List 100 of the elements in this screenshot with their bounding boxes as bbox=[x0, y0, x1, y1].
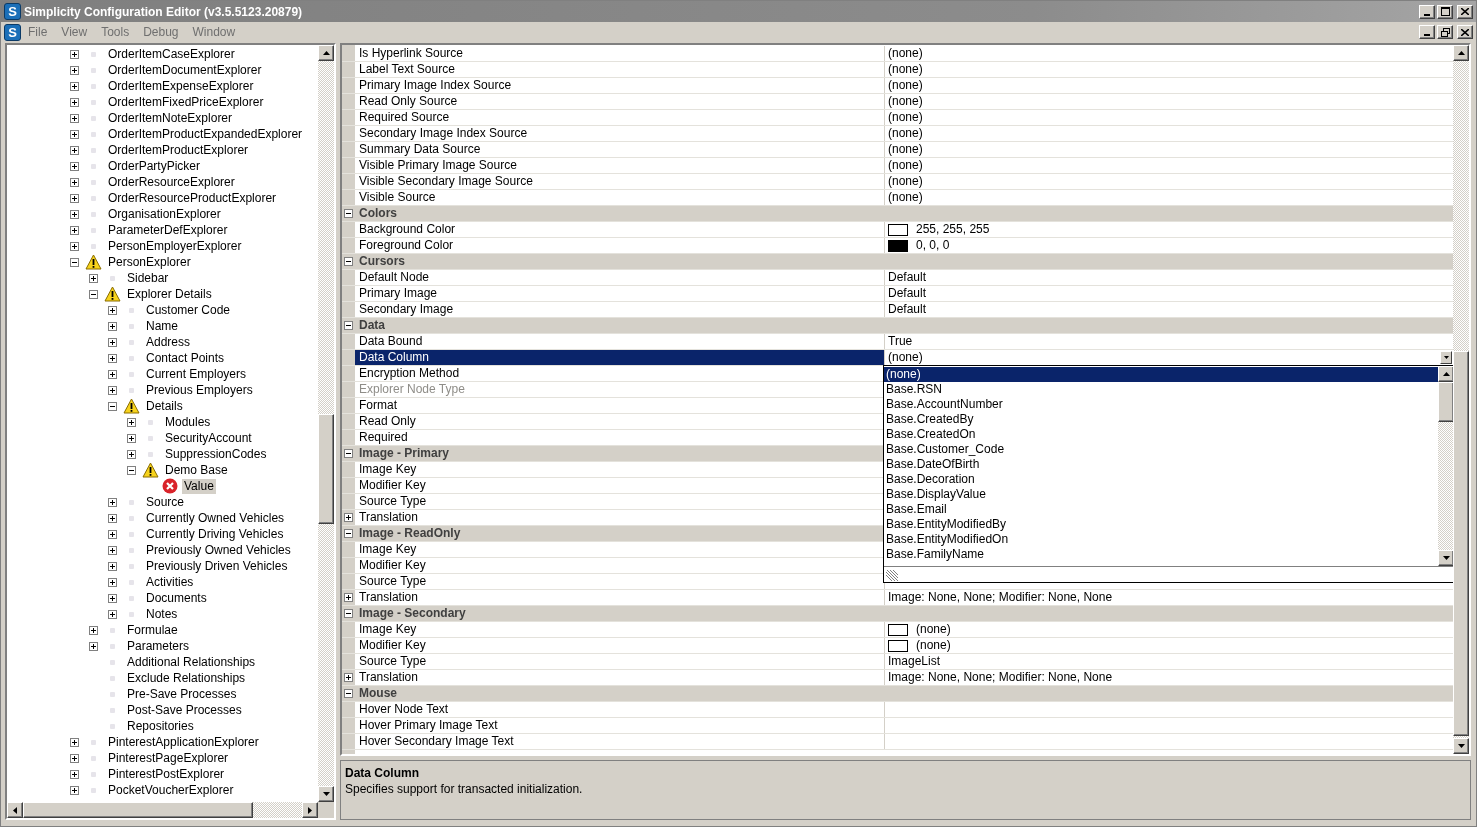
expand-icon[interactable] bbox=[70, 193, 79, 203]
tree-item[interactable]: OrderItemFixedPriceExplorer bbox=[106, 94, 266, 110]
scroll-thumb[interactable] bbox=[23, 802, 253, 818]
property-name[interactable]: Modifier Key bbox=[355, 558, 885, 573]
property-value[interactable]: (none) bbox=[888, 94, 923, 109]
property-name[interactable]: Required bbox=[355, 430, 885, 445]
expand-icon[interactable] bbox=[344, 673, 353, 682]
tree-item[interactable]: Modules bbox=[163, 414, 213, 430]
property-value[interactable]: ImageList bbox=[888, 654, 941, 669]
property-name[interactable]: Encryption Method bbox=[355, 366, 885, 381]
expand-icon[interactable] bbox=[89, 273, 98, 283]
dropdown-option[interactable]: Base.Decoration bbox=[884, 472, 1438, 487]
tree-item[interactable]: Currently Owned Vehicles bbox=[144, 510, 287, 526]
tree-item[interactable]: Sidebar bbox=[125, 270, 171, 286]
expand-icon[interactable] bbox=[70, 241, 79, 251]
collapse-icon[interactable] bbox=[108, 401, 117, 411]
tree-item[interactable]: PocketVoucherExplorer bbox=[106, 782, 236, 798]
category-name[interactable]: Image - Secondary bbox=[359, 606, 466, 620]
expand-icon[interactable] bbox=[127, 417, 136, 427]
property-value[interactable]: (none) bbox=[888, 350, 923, 365]
tree-item[interactable]: Previously Owned Vehicles bbox=[144, 542, 293, 558]
property-name[interactable]: Required Source bbox=[355, 110, 885, 125]
tree-item[interactable]: Previous Employers bbox=[144, 382, 255, 398]
property-name[interactable]: Format bbox=[355, 398, 885, 413]
tree-item[interactable]: Explorer Details bbox=[125, 286, 214, 302]
dropdown-option[interactable]: Base.Customer_Code bbox=[884, 442, 1438, 457]
tree-item[interactable]: OrderItemNoteExplorer bbox=[106, 110, 235, 126]
dropdown-option[interactable]: Base.CreatedBy bbox=[884, 412, 1438, 427]
expand-icon[interactable] bbox=[127, 433, 136, 443]
expand-icon[interactable] bbox=[89, 641, 98, 651]
tree-item[interactable]: Activities bbox=[144, 574, 196, 590]
expand-icon[interactable] bbox=[70, 97, 79, 107]
dropdown-option[interactable]: Base.FamilyName bbox=[884, 547, 1438, 562]
property-name[interactable]: Is Hyperlink Source bbox=[355, 46, 885, 61]
property-value[interactable]: (none) bbox=[888, 158, 923, 173]
property-value[interactable]: (none) bbox=[888, 190, 923, 205]
expand-icon[interactable] bbox=[108, 305, 117, 315]
expand-icon[interactable] bbox=[344, 593, 353, 602]
minimize-button[interactable] bbox=[1419, 25, 1435, 39]
property-value[interactable]: Default bbox=[888, 302, 927, 317]
property-value[interactable]: (none) bbox=[888, 46, 923, 61]
collapse-icon[interactable] bbox=[127, 465, 136, 475]
collapse-icon[interactable] bbox=[344, 209, 353, 218]
tree-item[interactable]: OrderItemCaseExplorer bbox=[106, 46, 237, 62]
expand-icon[interactable] bbox=[70, 49, 79, 59]
collapse-icon[interactable] bbox=[344, 609, 353, 618]
tree-item[interactable]: Repositories bbox=[125, 718, 196, 734]
expand-icon[interactable] bbox=[89, 625, 98, 635]
scroll-down-button[interactable] bbox=[1438, 550, 1453, 566]
dropdown-option[interactable]: Base.AccountNumber bbox=[884, 397, 1438, 412]
collapse-icon[interactable] bbox=[70, 257, 79, 267]
property-name[interactable]: Source Type bbox=[355, 494, 885, 509]
dropdown-option[interactable]: Base.DateOfBirth bbox=[884, 457, 1438, 472]
expand-icon[interactable] bbox=[108, 321, 117, 331]
dropdown-option[interactable]: Base.CreatedOn bbox=[884, 427, 1438, 442]
expand-icon[interactable] bbox=[108, 561, 117, 571]
restore-button[interactable] bbox=[1437, 25, 1453, 39]
expand-icon[interactable] bbox=[108, 577, 117, 587]
dropdown-option[interactable]: (none) bbox=[884, 367, 1438, 382]
property-name[interactable]: Translation bbox=[355, 670, 885, 685]
expand-icon[interactable] bbox=[108, 513, 117, 523]
collapse-icon[interactable] bbox=[344, 689, 353, 698]
expand-icon[interactable] bbox=[70, 753, 79, 763]
property-name[interactable]: Foreground Color bbox=[355, 238, 885, 253]
property-name[interactable]: Summary Data Source bbox=[355, 142, 885, 157]
expand-icon[interactable] bbox=[108, 609, 117, 619]
expand-icon[interactable] bbox=[70, 769, 79, 779]
property-name[interactable]: Secondary Image Index Source bbox=[355, 126, 885, 141]
expand-icon[interactable] bbox=[127, 449, 136, 459]
category-name[interactable]: Image - ReadOnly bbox=[359, 526, 461, 540]
tree-item[interactable]: Notes bbox=[144, 606, 180, 622]
tree-item[interactable]: OrderResourceProductExplorer bbox=[106, 190, 279, 206]
property-value[interactable]: 0, 0, 0 bbox=[916, 238, 950, 253]
expand-icon[interactable] bbox=[108, 369, 117, 379]
tree-item[interactable]: SuppressionCodes bbox=[163, 446, 269, 462]
property-name[interactable]: Image Key bbox=[355, 542, 885, 557]
scroll-up-button[interactable] bbox=[318, 45, 334, 61]
property-name[interactable]: Visible Primary Image Source bbox=[355, 158, 885, 173]
tree-item[interactable]: Address bbox=[144, 334, 193, 350]
property-value[interactable]: Image: None, None; Modifier: None, None bbox=[888, 670, 1113, 685]
tree-item[interactable]: PinterestPageExplorer bbox=[106, 750, 231, 766]
dropdown-option[interactable]: Base.RSN bbox=[884, 382, 1438, 397]
expand-icon[interactable] bbox=[108, 545, 117, 555]
collapse-icon[interactable] bbox=[89, 289, 98, 299]
property-name[interactable]: Hover Primary Image Text bbox=[355, 718, 885, 733]
scroll-thumb[interactable] bbox=[1453, 351, 1469, 736]
property-name[interactable]: Read Only Source bbox=[355, 94, 885, 109]
expand-icon[interactable] bbox=[70, 129, 79, 139]
property-value[interactable]: 255, 255, 255 bbox=[916, 222, 990, 237]
expand-icon[interactable] bbox=[70, 65, 79, 75]
scroll-down-button[interactable] bbox=[1453, 738, 1469, 754]
tree-item[interactable]: Details bbox=[144, 398, 185, 414]
property-name[interactable]: Visible Source bbox=[355, 190, 885, 205]
property-name[interactable]: Data Column bbox=[355, 350, 885, 365]
property-name[interactable]: Image Key bbox=[355, 462, 885, 477]
tree-item[interactable]: Currently Driving Vehicles bbox=[144, 526, 286, 542]
property-name[interactable]: Image Key bbox=[355, 622, 885, 637]
scroll-up-button[interactable] bbox=[1453, 45, 1469, 61]
tree-item[interactable]: ParameterDefExplorer bbox=[106, 222, 230, 238]
property-value[interactable]: (none) bbox=[888, 174, 923, 189]
